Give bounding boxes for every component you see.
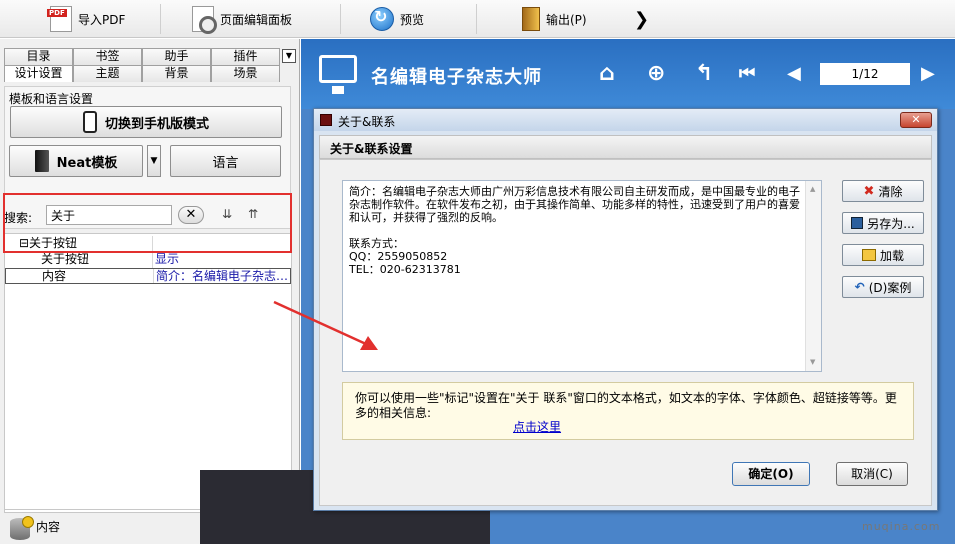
tab-plugins[interactable]: 插件 [211,48,280,65]
import-pdf-button[interactable]: 导入PDF [47,4,126,34]
about-contact-dialog: 关于&联系 ✕ 关于&联系设置 简介：名编辑电子杂志大师由广州万彩信息技术有限公… [313,108,938,511]
tab-menu-dropdown-icon[interactable]: ▼ [282,49,296,63]
toolbar-separator [160,4,161,34]
hint-text: 你可以使用一些"标记"设置在"关于 联系"窗口的文本格式，如文本的字体、字体颜色… [355,391,897,420]
example-label: (D)案例 [868,280,912,295]
page-editor-button[interactable]: 页面编辑面板 [192,4,292,34]
tab-assistant[interactable]: 助手 [142,48,211,65]
prev-page-icon[interactable]: ◀ [787,61,801,87]
highlight-annotation-rect [3,193,292,253]
save-as-label: 另存为... [867,216,915,231]
home-icon[interactable]: ⌂ [599,61,615,87]
about-text-editor[interactable]: 简介：名编辑电子杂志大师由广州万彩信息技术有限公司自主研发而成，是中国最专业的电… [342,180,822,372]
tab-row-bottom: 设计设置 主题 背景 场景 [4,65,296,82]
about-intro-text: 简介：名编辑电子杂志大师由广州万彩信息技术有限公司自主研发而成，是中国最专业的电… [349,185,800,224]
tree-key-content: 内容 [6,269,154,283]
monitor-logo-icon [319,55,357,94]
next-page-icon[interactable]: ▶ [921,61,935,87]
toolbar-more-button[interactable]: ❯ [634,4,649,34]
tree-row-selected[interactable]: 内容 简介：名编辑电子杂志… [5,268,291,284]
tree-key-about-button: 关于按钮 [5,252,153,268]
page-editor-label: 页面编辑面板 [220,12,293,27]
chevron-right-icon: ❯ [634,8,650,30]
switch-mobile-label: 切换到手机版模式 [104,116,209,132]
left-settings-panel: 目录 书签 助手 插件 ▼ 设计设置 主题 背景 场景 模板和语言设置 切换到手… [0,39,300,544]
neat-template-button[interactable]: Neat模板 [9,145,143,177]
clear-label: 清除 [878,184,903,199]
tab-toc[interactable]: 目录 [4,48,73,65]
neat-template-label: Neat模板 [56,155,118,171]
tab-bookmarks[interactable]: 书签 [73,48,142,65]
cancel-button[interactable]: 取消(C) [836,462,908,486]
example-button[interactable]: ↶ (D)案例 [842,276,924,298]
dialog-close-button[interactable]: ✕ [900,112,932,128]
dialog-header-title: 关于&联系设置 [330,142,413,156]
dialog-titlebar: 关于&联系 ✕ [314,109,937,131]
load-button[interactable]: 加载 [842,244,924,266]
dialog-title: 关于&联系 [338,115,396,129]
preview-brand-bar: 名编辑电子杂志大师 ⌂ ⊕ ↰ ⏮ ◀ 1/12 ▶ [301,39,955,109]
clear-button[interactable]: ✖ 清除 [842,180,924,202]
zoom-in-icon[interactable]: ⊕ [647,61,665,87]
output-label: 输出(P) [546,12,587,27]
save-as-button[interactable]: 另存为... [842,212,924,234]
output-book-icon [522,7,540,31]
language-label: 语言 [212,155,239,171]
contact-tel-text: TEL：020-62313781 [349,263,461,276]
preview-refresh-icon [370,7,394,31]
dialog-header: 关于&联系设置 [319,135,932,159]
output-button[interactable]: 输出(P) [522,4,587,34]
load-label: 加载 [879,248,904,263]
switch-mobile-mode-button[interactable]: 切换到手机版模式 [10,106,282,138]
tab-theme[interactable]: 主题 [73,65,142,82]
tree-value-content: 简介：名编辑电子杂志… [156,269,289,283]
pdf-file-icon [47,6,72,32]
tree-value-show: 显示 [155,252,180,266]
first-page-icon[interactable]: ⏮ [739,61,755,87]
description-title: 内容 [36,520,61,534]
tab-scene[interactable]: 场景 [211,65,280,82]
folder-icon [861,249,876,261]
template-dropdown-button[interactable]: ▼ [147,145,161,177]
page-number-field[interactable]: 1/12 [820,63,910,85]
tab-background[interactable]: 背景 [142,65,211,82]
brand-title: 名编辑电子杂志大师 [371,67,542,88]
main-toolbar: 导入PDF 页面编辑面板 预览 输出(P) ❯ [0,0,955,38]
database-icon [10,516,34,540]
import-pdf-label: 导入PDF [78,12,126,27]
app-icon [320,114,332,126]
page-editor-icon [192,6,217,34]
clear-x-icon: ✖ [863,183,875,199]
language-button[interactable]: 语言 [170,145,281,177]
click-here-link[interactable]: 点击这里 [513,420,561,435]
toolbar-separator [476,4,477,34]
site-watermark: muqina.com [862,520,941,533]
ok-button[interactable]: 确定(O) [732,462,810,486]
preview-label: 预览 [400,12,425,27]
text-scrollbar[interactable] [805,181,821,371]
template-book-icon [34,150,49,172]
phone-icon [82,111,97,133]
back-icon[interactable]: ↰ [695,61,713,87]
markup-hint-box: 你可以使用一些"标记"设置在"关于 联系"窗口的文本格式，如文本的字体、字体颜色… [342,382,914,440]
undo-arrow-icon: ↶ [854,280,865,294]
group-title: 模板和语言设置 [9,92,94,106]
tab-design-settings[interactable]: 设计设置 [4,65,73,82]
tab-row-top: 目录 书签 助手 插件 ▼ [4,48,296,65]
preview-button[interactable]: 预览 [370,4,424,34]
dialog-body: 简介：名编辑电子杂志大师由广州万彩信息技术有限公司自主研发而成，是中国最专业的电… [319,159,932,506]
save-disk-icon [851,217,864,229]
contact-title-text: 联系方式： [349,237,404,250]
contact-qq-text: QQ：2559050852 [349,250,448,263]
toolbar-separator [340,4,341,34]
tree-row[interactable]: 关于按钮 显示 [5,252,291,268]
